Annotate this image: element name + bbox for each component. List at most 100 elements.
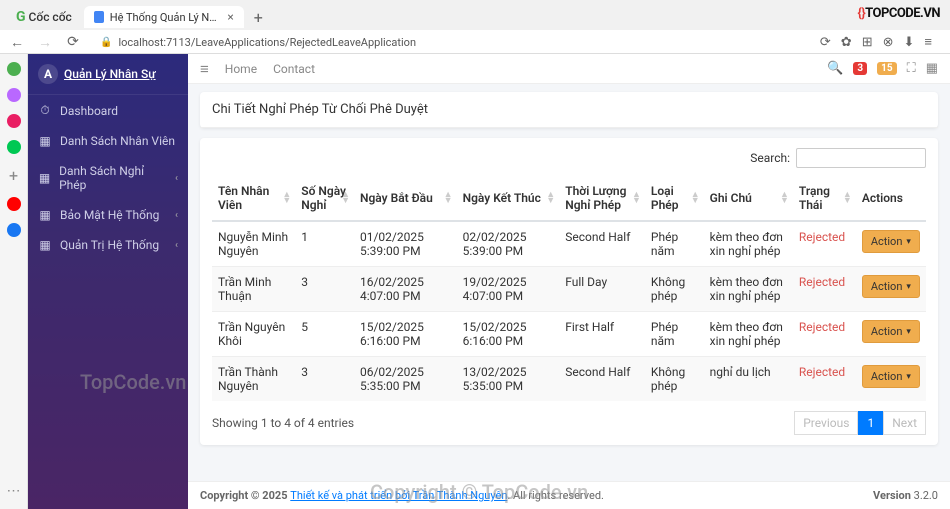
action-button[interactable]: Action (862, 365, 920, 388)
back-button[interactable]: ← (8, 34, 26, 51)
side-icon[interactable] (7, 114, 21, 128)
column-header[interactable]: Actions (856, 176, 926, 221)
chevron-left-icon: ‹ (175, 173, 178, 184)
page-title: Chi Tiết Nghỉ Phép Từ Chối Phê Duyệt (200, 92, 938, 128)
tab-bar: G Cốc cốc Hệ Thống Quản Lý Nhân Sự × + {… (0, 0, 950, 30)
cell-note: kèm theo đơn xin nghỉ phép (704, 221, 793, 267)
sidebar-item-label: Dashboard (60, 104, 118, 118)
table-row: Trần Minh Thuận 3 16/02/2025 4:07:00 PM … (212, 267, 926, 312)
hamburger-icon[interactable]: ≡ (200, 60, 209, 78)
sidebar-header[interactable]: A Quản Lý Nhân Sự (28, 54, 188, 95)
cell-name: Trần Thành Nguyên (212, 357, 295, 402)
message-badge[interactable]: 15 (877, 62, 896, 75)
forward-button[interactable]: → (36, 34, 54, 51)
chevron-left-icon: ‹ (175, 210, 178, 221)
cell-name: Nguyễn Minh Nguyên (212, 221, 295, 267)
cell-status: Rejected (793, 221, 856, 267)
page-1[interactable]: 1 (858, 411, 883, 435)
cell-days: 3 (295, 267, 354, 312)
side-more-icon[interactable]: ⋯ (7, 483, 21, 499)
search-label: Search: (750, 151, 790, 165)
cell-end: 19/02/2025 4:07:00 PM (457, 267, 560, 312)
extension-icon[interactable]: ⟳ (820, 35, 831, 50)
cell-start: 06/02/2025 5:35:00 PM (354, 357, 457, 402)
cell-end: 02/02/2025 5:39:00 PM (457, 221, 560, 267)
facebook-icon[interactable] (7, 223, 21, 237)
table-row: Trần Nguyên Khôi 5 15/02/2025 6:16:00 PM… (212, 312, 926, 357)
extension-icon[interactable]: ⊗ (883, 35, 894, 50)
sidebar-item[interactable]: ▦ Quản Trị Hệ Thống ‹ (28, 230, 188, 260)
table-row: Trần Thành Nguyên 3 06/02/2025 5:35:00 P… (212, 357, 926, 402)
page-next[interactable]: Next (883, 411, 926, 435)
apps-icon[interactable]: ▦ (926, 61, 938, 76)
youtube-icon[interactable] (7, 197, 21, 211)
sidebar-item-icon: ▦ (38, 171, 51, 185)
page-title-card: Chi Tiết Nghỉ Phép Từ Chối Phê Duyệt (200, 92, 938, 128)
cell-note: nghỉ du lịch (704, 357, 793, 402)
column-header[interactable]: Loại Phép▲▼ (645, 176, 704, 221)
sidebar-item-label: Danh Sách Nghỉ Phép (59, 164, 167, 192)
menu-icon[interactable]: ≡ (924, 34, 932, 50)
sidebar-item-label: Bảo Mật Hệ Thống (60, 208, 159, 222)
cell-end: 13/02/2025 5:35:00 PM (457, 357, 560, 402)
topbar: ≡ Home Contact 🔍 3 15 ⛶ ▦ (188, 54, 950, 84)
column-header[interactable]: Ghi Chú▲▼ (704, 176, 793, 221)
column-header[interactable]: Ngày Kết Thúc▲▼ (457, 176, 560, 221)
copyright-text: Copyright © 2025 Thiết kế và phát triển … (200, 489, 604, 502)
fullscreen-icon[interactable]: ⛶ (907, 61, 916, 76)
side-icon[interactable] (7, 88, 21, 102)
sidebar-item-label: Quản Trị Hệ Thống (60, 238, 159, 252)
column-header[interactable]: Trạng Thái▲▼ (793, 176, 856, 221)
address-bar[interactable]: 🔒 localhost:7113/LeaveApplications/Rejec… (92, 32, 800, 52)
cell-status: Rejected (793, 357, 856, 402)
search-input[interactable] (796, 148, 926, 168)
column-header[interactable]: Ngày Bắt Đầu▲▼ (354, 176, 457, 221)
download-icon[interactable]: ⬇ (904, 35, 915, 50)
column-header[interactable]: Thời Lượng Nghỉ Phép▲▼ (559, 176, 645, 221)
chevron-left-icon: ‹ (175, 240, 178, 251)
column-header[interactable]: Số Ngày Nghỉ▲▼ (295, 176, 354, 221)
reload-button[interactable]: ⟳ (64, 34, 82, 50)
action-button[interactable]: Action (862, 275, 920, 298)
cell-note: kèm theo đơn xin nghỉ phép (704, 312, 793, 357)
cell-start: 15/02/2025 6:16:00 PM (354, 312, 457, 357)
cell-start: 16/02/2025 4:07:00 PM (354, 267, 457, 312)
nav-home[interactable]: Home (225, 62, 257, 76)
side-icon[interactable] (7, 62, 21, 76)
page-previous[interactable]: Previous (794, 411, 858, 435)
app-container: A Quản Lý Nhân Sự ⏱Dashboard▦Danh Sách N… (28, 54, 950, 509)
table-card: Search: Tên Nhân Viên▲▼Số Ngày Nghỉ▲▼Ngà… (200, 138, 938, 445)
extension-icon[interactable]: ✿ (841, 35, 852, 50)
cell-duration: Full Day (559, 267, 645, 312)
action-button[interactable]: Action (862, 230, 920, 253)
cell-type: Không phép (645, 357, 704, 402)
cell-status: Rejected (793, 312, 856, 357)
leave-table: Tên Nhân Viên▲▼Số Ngày Nghỉ▲▼Ngày Bắt Đầ… (212, 176, 926, 401)
sidebar-item-icon: ▦ (38, 238, 52, 252)
notification-badge[interactable]: 3 (853, 62, 867, 75)
cell-days: 5 (295, 312, 354, 357)
browser-toolbar-right: ⟳ ✿ ⊞ ⊗ ⬇ ≡ (810, 34, 942, 50)
app-title: Quản Lý Nhân Sự (64, 67, 156, 81)
browser-tab[interactable]: Hệ Thống Quản Lý Nhân Sự × (84, 6, 244, 28)
footer-link[interactable]: Thiết kế và phát triển bởi Trần Thành Ng… (290, 489, 507, 502)
extension-icon[interactable]: ⊞ (862, 35, 873, 50)
close-icon[interactable]: × (227, 10, 233, 24)
side-add-icon[interactable]: + (9, 166, 18, 185)
search-icon[interactable]: 🔍 (827, 61, 843, 76)
action-button[interactable]: Action (862, 320, 920, 343)
topcode-logo: {}TOPCODE.VN (858, 6, 940, 21)
side-icon[interactable] (7, 140, 21, 154)
new-tab-button[interactable]: + (248, 8, 269, 27)
nav-contact[interactable]: Contact (273, 62, 315, 76)
column-header[interactable]: Tên Nhân Viên▲▼ (212, 176, 295, 221)
cell-days: 1 (295, 221, 354, 267)
sidebar-item[interactable]: ▦Danh Sách Nhân Viên (28, 126, 188, 156)
cell-days: 3 (295, 357, 354, 402)
main-content: ≡ Home Contact 🔍 3 15 ⛶ ▦ Chi Tiết Nghỉ … (188, 54, 950, 509)
sidebar-item-label: Danh Sách Nhân Viên (60, 134, 175, 148)
sidebar-item[interactable]: ▦Bảo Mật Hệ Thống‹ (28, 200, 188, 230)
topbar-right: 🔍 3 15 ⛶ ▦ (827, 61, 938, 76)
sidebar-item[interactable]: ⏱Dashboard (28, 95, 188, 126)
sidebar-item[interactable]: ▦ Danh Sách Nghỉ Phép ‹ (28, 156, 188, 200)
